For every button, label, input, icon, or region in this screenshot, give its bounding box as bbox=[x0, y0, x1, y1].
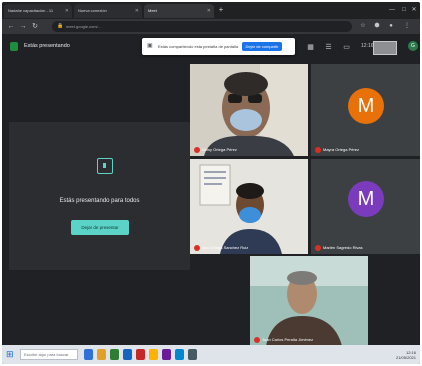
mic-off-icon bbox=[194, 146, 200, 153]
extensions-icon[interactable]: ⬢ bbox=[372, 21, 382, 32]
windows-icon[interactable]: ⊞ bbox=[6, 348, 18, 361]
task-view-icon[interactable] bbox=[84, 349, 93, 360]
participant-name: Marlén Sagredo Rivas bbox=[315, 244, 363, 251]
forward-icon[interactable]: → bbox=[18, 21, 28, 32]
tab-label: Nadahe capacitación - 11 bbox=[8, 8, 54, 13]
close-window-icon[interactable]: ✕ bbox=[408, 4, 420, 16]
lock-icon: 🔒 bbox=[57, 23, 64, 29]
video-tile[interactable]: M Mayra Ortega Pérez bbox=[311, 64, 420, 156]
mic-off-icon bbox=[315, 244, 321, 251]
page-title: Estás presentando bbox=[24, 43, 70, 49]
avatar: M bbox=[348, 181, 384, 217]
layout-icon[interactable]: ▦ bbox=[306, 43, 315, 52]
chrome-icon[interactable] bbox=[149, 349, 158, 360]
close-icon[interactable]: ✕ bbox=[65, 4, 69, 18]
stop-sharing-button[interactable]: Dejar de compartir bbox=[242, 42, 282, 51]
profile-icon[interactable]: ● bbox=[386, 21, 396, 32]
tab-new-connection[interactable]: Nueva conexión ✕ bbox=[74, 4, 142, 18]
avatar: M bbox=[348, 88, 384, 124]
meet-logo bbox=[10, 42, 18, 51]
video-tile[interactable]: Juan Carlos Peralta Jiménez bbox=[250, 256, 368, 346]
clock: 12:16 bbox=[361, 43, 374, 49]
file-explorer-icon[interactable] bbox=[97, 349, 106, 360]
presenting-message: Estás presentando para todos bbox=[59, 198, 140, 204]
presenting-panel: Estás presentando para todos Dejar de pr… bbox=[9, 122, 190, 270]
share-screen-icon: ▣ bbox=[147, 43, 153, 49]
mic-off-icon bbox=[315, 146, 321, 153]
star-icon[interactable]: ☆ bbox=[358, 21, 368, 32]
new-tab-icon[interactable]: + bbox=[216, 4, 226, 16]
self-view-thumbnail[interactable] bbox=[373, 41, 397, 55]
windows-taskbar: ⊞ Escribe aquí para buscar 12:16 21/05/2… bbox=[2, 345, 420, 364]
mic-off-icon bbox=[194, 244, 200, 251]
tab-label: Meet bbox=[148, 8, 157, 13]
back-icon[interactable]: ← bbox=[6, 21, 16, 32]
tab-meet[interactable]: Meet ✕ bbox=[144, 4, 214, 18]
screen: Nadahe capacitación - 11 ✕ Nueva conexió… bbox=[2, 2, 420, 364]
taskbar-date: 21/05/2021 bbox=[395, 355, 416, 360]
video-tile[interactable]: Nelsy Ortega Pérez bbox=[190, 64, 308, 156]
participant-name: Juan Carlos Peralta Jiménez bbox=[254, 336, 313, 343]
sharing-notification: ▣ Estás compartiendo esta pestaña de pan… bbox=[142, 38, 295, 55]
reload-icon[interactable]: ↻ bbox=[30, 21, 40, 32]
present-icon bbox=[97, 158, 113, 174]
tab-training[interactable]: Nadahe capacitación - 11 ✕ bbox=[4, 4, 72, 18]
address-text: meet.google.com/… bbox=[66, 24, 102, 29]
participant-name: Nelsy Ortega Pérez bbox=[194, 146, 237, 153]
close-icon[interactable]: ✕ bbox=[135, 4, 139, 18]
participant-name: Mayra Ortega Pérez bbox=[315, 146, 359, 153]
minimize-icon[interactable]: — bbox=[386, 4, 398, 16]
browser-toolbar: ← → ↻ 🔒 meet.google.com/… ☆ ⬢ ● ⋮ bbox=[2, 19, 420, 34]
video-tile[interactable]: M Marlén Sagredo Rivas bbox=[311, 159, 420, 254]
settings-icon[interactable] bbox=[188, 349, 197, 360]
system-clock[interactable]: 12:16 21/05/2021 bbox=[396, 350, 416, 360]
edge-icon[interactable] bbox=[175, 349, 184, 360]
browser-tab-strip: Nadahe capacitación - 11 ✕ Nueva conexió… bbox=[2, 2, 420, 19]
participant-video bbox=[190, 64, 308, 156]
chat-icon[interactable]: ▭ bbox=[342, 43, 351, 52]
teams-icon[interactable] bbox=[162, 349, 171, 360]
participant-video bbox=[250, 256, 368, 346]
tab-label: Nueva conexión bbox=[78, 8, 107, 13]
avatar[interactable]: G bbox=[408, 41, 418, 51]
mic-off-icon bbox=[254, 336, 260, 343]
menu-icon[interactable]: ⋮ bbox=[402, 21, 412, 32]
participant-video bbox=[190, 159, 308, 254]
word-icon[interactable] bbox=[123, 349, 132, 360]
taskbar-search-input[interactable]: Escribe aquí para buscar bbox=[20, 349, 78, 360]
close-icon[interactable]: ✕ bbox=[207, 4, 211, 18]
powerpoint-icon[interactable] bbox=[136, 349, 145, 360]
address-bar[interactable]: 🔒 meet.google.com/… bbox=[52, 21, 352, 32]
video-tile[interactable]: Ana Ortega Sanchez Ruiz bbox=[190, 159, 308, 254]
stop-presenting-button[interactable]: Dejar de presentar bbox=[71, 220, 129, 235]
participant-name: Ana Ortega Sanchez Ruiz bbox=[194, 244, 248, 251]
people-icon[interactable]: ☰ bbox=[324, 43, 333, 52]
sharing-notification-text: Estás compartiendo esta pestaña de panta… bbox=[158, 44, 239, 49]
excel-icon[interactable] bbox=[110, 349, 119, 360]
